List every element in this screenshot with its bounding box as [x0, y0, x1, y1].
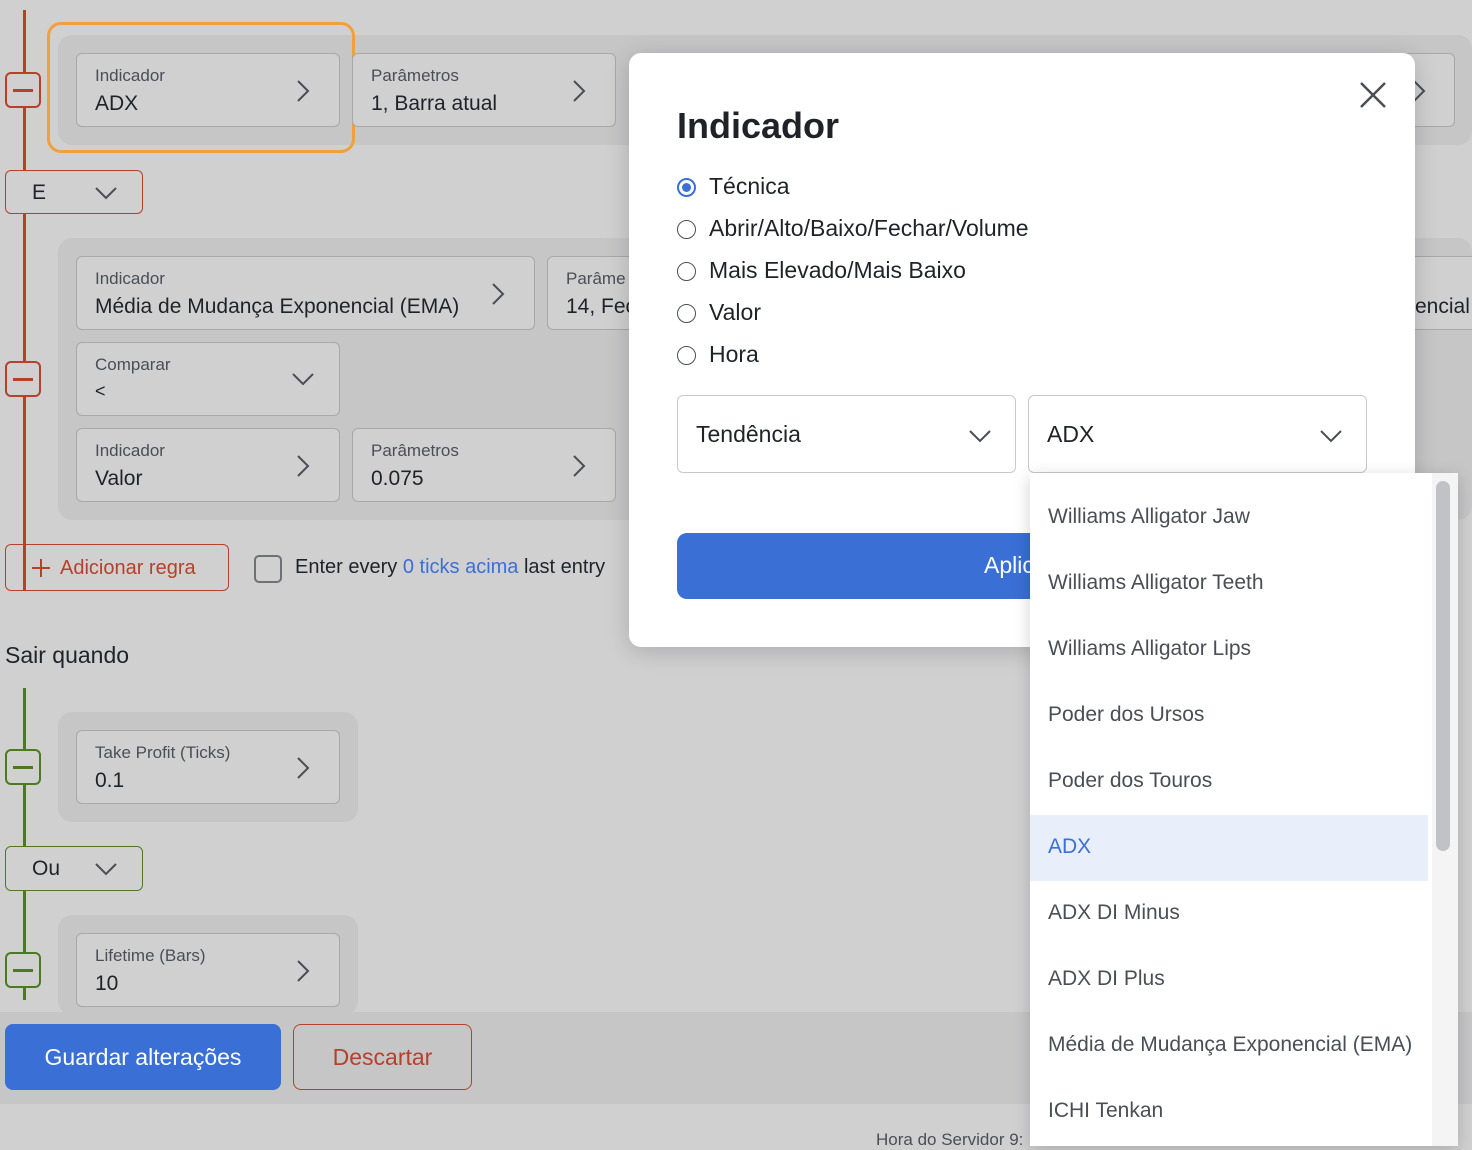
logic-operator-value: E: [32, 181, 47, 204]
indicator-field-3-value: Valor: [95, 467, 143, 490]
dropdown-item-label: Williams Alligator Teeth: [1048, 571, 1264, 594]
chevron-down-icon: [95, 863, 117, 876]
radio-button[interactable]: [677, 262, 696, 281]
dropdown-item-label: Média de Mudança Exponencial (EMA): [1048, 1033, 1413, 1056]
dropdown-item-label: Williams Alligator Jaw: [1048, 505, 1250, 528]
add-rule-button[interactable]: Adicionar regra: [5, 544, 229, 591]
chevron-right-icon: [297, 960, 310, 982]
chevron-right-icon: [492, 283, 505, 305]
take-profit-label: Take Profit (Ticks): [95, 743, 231, 762]
params-field-2-value: 14, Fec: [566, 295, 637, 318]
dropdown-item-label: ADX DI Minus: [1048, 901, 1180, 924]
compare-value: <: [95, 381, 106, 401]
remove-group-1-button[interactable]: [5, 72, 41, 108]
dropdown-item-label: ICHI Tenkan: [1048, 1099, 1164, 1122]
chevron-down-icon: [292, 373, 314, 386]
chevron-right-icon: [297, 757, 310, 779]
dropdown-item[interactable]: ADX DI Plus: [1030, 947, 1428, 1013]
plus-icon: [32, 559, 50, 577]
params-field-1[interactable]: Parâmetros 1, Barra atual: [352, 53, 616, 127]
logic-operator-select[interactable]: E: [5, 170, 143, 214]
chevron-down-icon: [1320, 430, 1342, 443]
dropdown-item[interactable]: Williams Alligator Jaw: [1030, 485, 1428, 551]
enter-every-suffix: last entry: [523, 556, 606, 578]
indicator-select[interactable]: ADX: [1028, 395, 1367, 473]
chevron-right-icon: [573, 455, 586, 477]
radio-button[interactable]: [677, 346, 696, 365]
save-button[interactable]: Guardar alterações: [5, 1024, 281, 1090]
hidden-field-2-value: encial: [1415, 295, 1470, 318]
dropdown-scrollbar[interactable]: [1436, 481, 1450, 851]
category-select-value: Tendência: [696, 421, 801, 447]
radio-button[interactable]: [677, 178, 696, 197]
dropdown-item[interactable]: ICHI Tenkan: [1030, 1079, 1428, 1145]
chevron-down-icon: [95, 187, 117, 200]
dropdown-item-label: Poder dos Ursos: [1048, 703, 1205, 726]
enter-every-checkbox[interactable]: [254, 555, 282, 583]
take-profit-field[interactable]: Take Profit (Ticks) 0.1: [76, 730, 340, 804]
indicator-select-value: ADX: [1047, 421, 1095, 447]
exit-logic-operator-value: Ou: [32, 857, 61, 880]
chevron-right-icon: [297, 80, 310, 102]
dropdown-item[interactable]: ADX DI Minus: [1030, 881, 1428, 947]
remove-group-2-button[interactable]: [5, 361, 41, 397]
radio-label: Valor: [709, 299, 761, 325]
dropdown-item[interactable]: Williams Alligator Teeth: [1030, 551, 1428, 617]
remove-exit-group-2-button[interactable]: [5, 952, 41, 988]
radio-label: Abrir/Alto/Baixo/Fechar/Volume: [709, 215, 1029, 241]
add-rule-label: Adicionar regra: [60, 557, 196, 579]
lifetime-label: Lifetime (Bars): [95, 946, 206, 965]
indicator-dropdown-list: Williams Alligator Jaw Williams Alligato…: [1030, 473, 1458, 1146]
indicator-field-2-value: Média de Mudança Exponencial (EMA): [95, 295, 460, 318]
params-field-1-value: 1, Barra atual: [371, 92, 498, 115]
take-profit-value: 0.1: [95, 769, 125, 792]
dropdown-item[interactable]: Williams Alligator Lips: [1030, 617, 1428, 683]
category-select[interactable]: Tendência: [677, 395, 1016, 473]
radio-label: Hora: [709, 341, 759, 367]
params-field-1-label: Parâmetros: [371, 66, 459, 85]
indicator-field-2[interactable]: Indicador Média de Mudança Exponencial (…: [76, 256, 535, 330]
dropdown-item-label: Williams Alligator Lips: [1048, 637, 1252, 660]
enter-every-ticks-link[interactable]: 0 ticks acima: [403, 556, 519, 578]
chevron-down-icon: [969, 430, 991, 443]
dropdown-item-label: ADX DI Plus: [1048, 967, 1165, 990]
params-field-3[interactable]: Parâmetros 0.075: [352, 428, 616, 502]
compare-label: Comparar: [95, 355, 171, 374]
lifetime-value: 10: [95, 972, 119, 995]
indicator-field-3[interactable]: Indicador Valor: [76, 428, 340, 502]
enter-every-prefix: Enter every: [295, 556, 398, 578]
indicator-field-2-label: Indicador: [95, 269, 165, 288]
indicator-field-1-value: ADX: [95, 92, 139, 115]
indicator-field-3-label: Indicador: [95, 441, 165, 460]
close-icon[interactable]: [1359, 81, 1387, 109]
dropdown-item-label: ADX: [1048, 835, 1092, 858]
indicator-field-1[interactable]: Indicador ADX: [76, 53, 340, 127]
discard-button[interactable]: Descartar: [293, 1024, 472, 1090]
chevron-right-icon: [297, 455, 310, 477]
dropdown-item[interactable]: Poder dos Ursos: [1030, 683, 1428, 749]
radio-button[interactable]: [677, 304, 696, 323]
remove-exit-group-1-button[interactable]: [5, 749, 41, 785]
modal-title: Indicador: [677, 105, 840, 146]
dropdown-item-label: Poder dos Touros: [1048, 769, 1213, 792]
dropdown-item[interactable]: Média de Mudança Exponencial (EMA): [1030, 1013, 1428, 1079]
params-field-2-label: Parâme: [566, 269, 626, 288]
exit-logic-operator-select[interactable]: Ou: [5, 846, 143, 891]
params-field-3-label: Parâmetros: [371, 441, 459, 460]
indicator-field-1-label: Indicador: [95, 66, 165, 85]
lifetime-field[interactable]: Lifetime (Bars) 10: [76, 933, 340, 1007]
dropdown-item-selected[interactable]: ADX: [1030, 815, 1428, 881]
radio-label: Técnica: [709, 173, 790, 199]
radio-button[interactable]: [677, 220, 696, 239]
radio-label: Mais Elevado/Mais Baixo: [709, 257, 966, 283]
apply-label: Aplic: [984, 552, 1034, 578]
dropdown-item[interactable]: Poder dos Touros: [1030, 749, 1428, 815]
server-time: Hora do Servidor 9:: [876, 1130, 1024, 1149]
compare-select[interactable]: Comparar <: [76, 342, 340, 416]
params-field-3-value: 0.075: [371, 467, 424, 490]
exit-section-title: Sair quando: [5, 642, 130, 668]
chevron-right-icon: [573, 80, 586, 102]
enter-every-text: Enter every 0 ticks acima last entry: [295, 556, 605, 579]
